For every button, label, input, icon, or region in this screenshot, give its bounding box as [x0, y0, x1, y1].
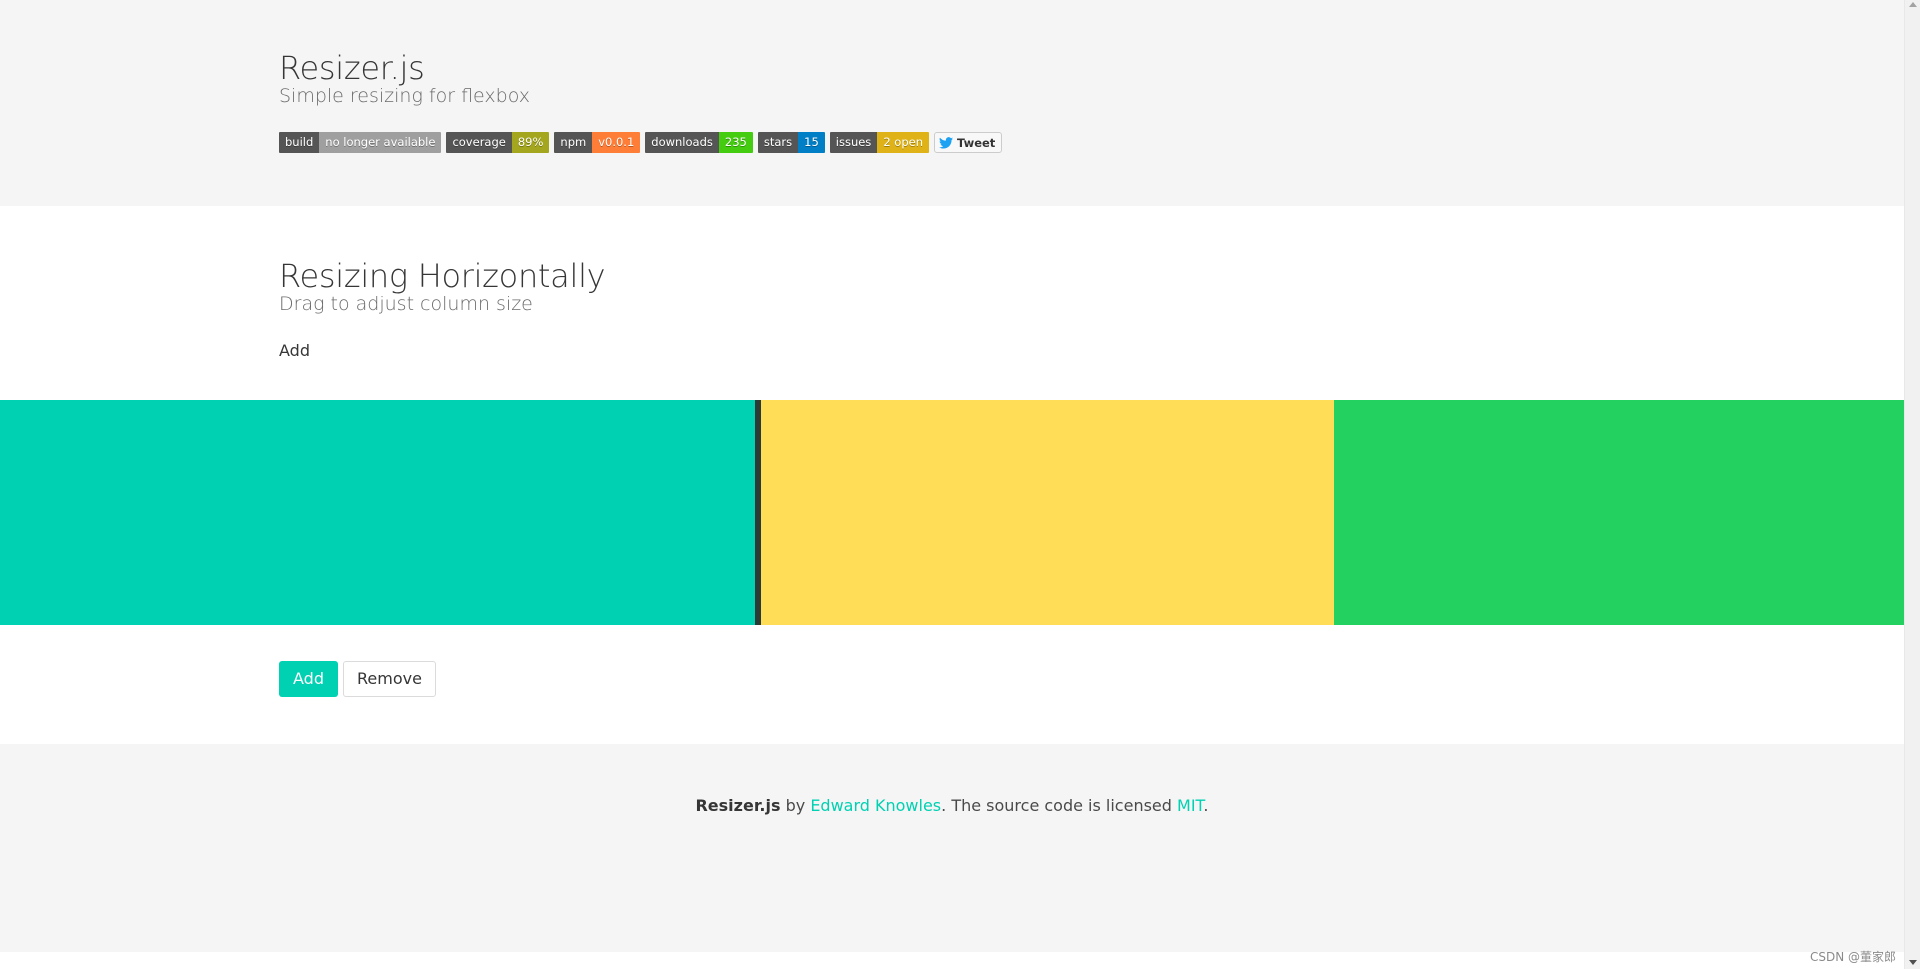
hero-header: Resizer.js Simple resizing for flexbox — [279, 48, 530, 108]
badge-label: npm — [554, 132, 593, 153]
twitter-bird-icon — [938, 136, 953, 149]
badge-label: issues — [829, 132, 878, 153]
hero-section: Resizer.js Simple resizing for flexbox b… — [0, 0, 1904, 206]
scroll-up-arrow-icon[interactable] — [1909, 2, 1917, 7]
badge-label: build — [279, 132, 320, 153]
footer-middle: . The source code is licensed — [941, 796, 1178, 815]
hero-title: Resizer.js — [279, 49, 425, 87]
watermark: CSDN @董家郎 — [1809, 950, 1896, 964]
badge-label: stars — [757, 132, 799, 153]
badge-stars[interactable]: stars 15 — [757, 132, 825, 153]
add-button[interactable]: Add — [279, 661, 338, 697]
footer-end: . — [1203, 796, 1209, 815]
badge-value: 235 — [718, 132, 753, 153]
add-link[interactable]: Add — [279, 341, 310, 360]
footer: Resizer.js by Edward Knowles. The source… — [0, 744, 1904, 952]
badge-coverage[interactable]: coverage 89% — [446, 132, 550, 153]
license-link[interactable]: MIT — [1177, 796, 1203, 815]
remove-button[interactable]: Remove — [342, 661, 436, 697]
badge-value: 15 — [798, 132, 825, 153]
badge-value: 89% — [511, 132, 550, 153]
section-header: Resizing Horizontally Drag to adjust col… — [279, 256, 606, 316]
page: Resizer.js Simple resizing for flexbox b… — [0, 0, 1904, 969]
badge-label: downloads — [645, 132, 719, 153]
button-group: Add Remove — [279, 661, 436, 697]
panel-2 — [761, 400, 1334, 625]
scroll-down-arrow-icon[interactable] — [1909, 960, 1917, 965]
badge-downloads[interactable]: downloads 235 — [645, 132, 753, 153]
resizing-section: Resizing Horizontally Drag to adjust col… — [0, 206, 1904, 744]
footer-by: by — [780, 796, 811, 815]
badge-row: build no longer available coverage 89% n… — [279, 132, 1003, 154]
badge-value: v0.0.1 — [592, 132, 641, 153]
panel-3 — [1334, 400, 1904, 625]
footer-project-name: Resizer.js — [695, 796, 781, 815]
tweet-label: Tweet — [956, 135, 996, 150]
footer-text: Resizer.js by Edward Knowles. The source… — [0, 796, 1904, 815]
author-link[interactable]: Edward Knowles — [810, 796, 941, 815]
badge-value: 2 open — [877, 132, 929, 153]
tweet-button[interactable]: Tweet — [933, 132, 1003, 153]
panel-1 — [0, 400, 755, 625]
badge-value: no longer available — [319, 132, 442, 153]
bottom-strip — [0, 952, 1904, 969]
badge-npm[interactable]: npm v0.0.1 — [554, 132, 641, 153]
section-title: Resizing Horizontally — [279, 257, 606, 295]
vertical-scrollbar[interactable] — [1904, 0, 1920, 969]
badge-build[interactable]: build no longer available — [279, 132, 442, 153]
badge-issues[interactable]: issues 2 open — [829, 132, 929, 153]
resizable-panels — [0, 400, 1904, 625]
badge-label: coverage — [446, 132, 512, 153]
hero-subtitle: Simple resizing for flexbox — [279, 85, 530, 107]
